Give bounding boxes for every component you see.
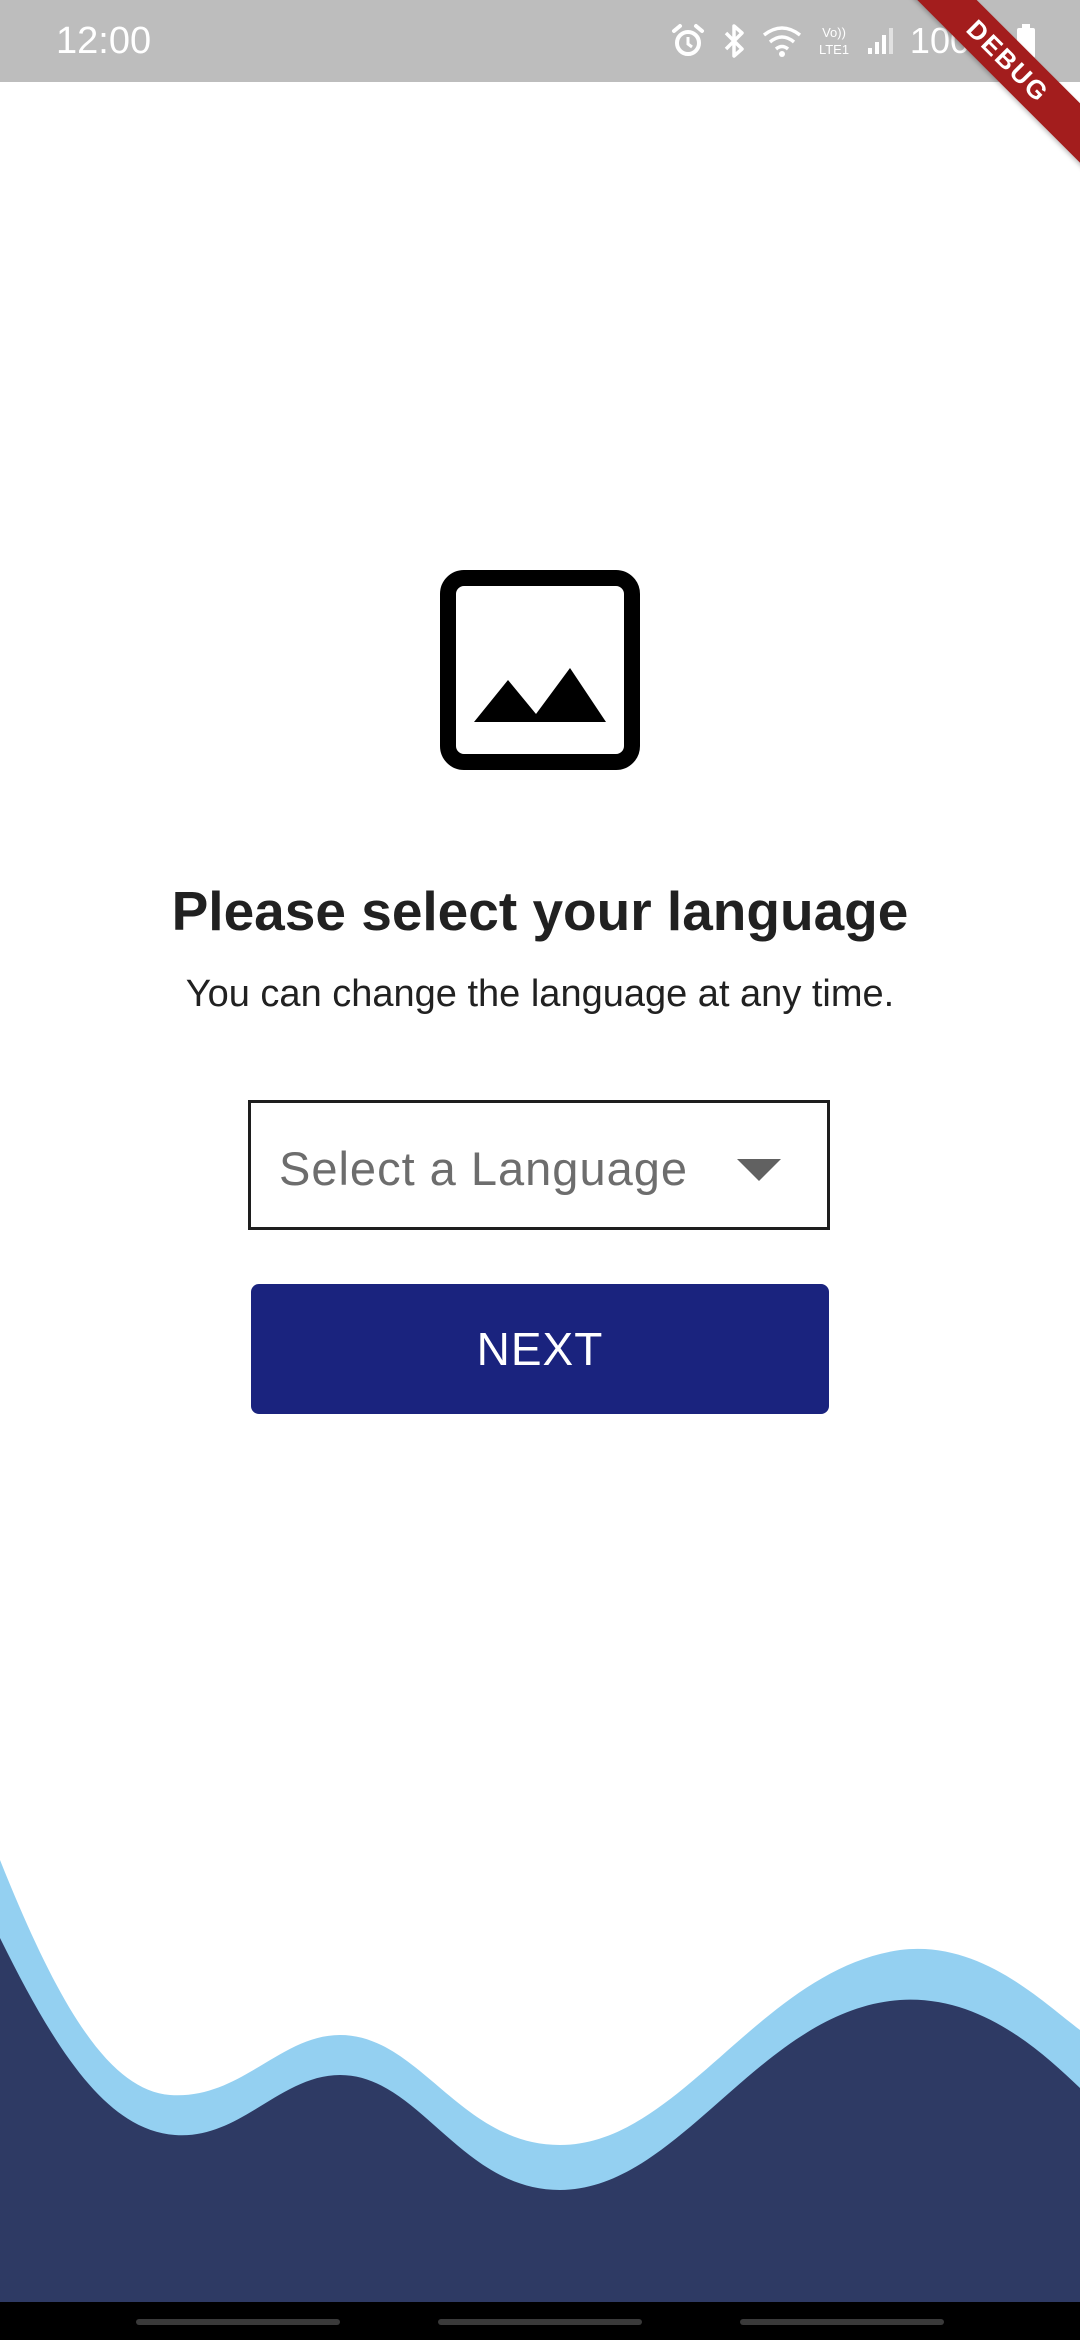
nav-indicator	[740, 2319, 944, 2325]
image-placeholder-icon	[440, 570, 640, 770]
alarm-icon	[670, 23, 706, 59]
svg-text:LTE1: LTE1	[819, 42, 849, 57]
page-subtitle: You can change the language at any time.	[185, 973, 895, 1015]
next-button[interactable]: NEXT	[251, 1284, 829, 1414]
navigation-bar	[0, 2302, 1080, 2340]
svg-text:Vo)): Vo))	[822, 25, 846, 40]
signal-icon	[866, 26, 896, 56]
wifi-icon	[762, 24, 802, 58]
status-bar: 12:00 Vo)) LTE1 100%	[0, 0, 1080, 82]
nav-indicator	[438, 2319, 642, 2325]
bluetooth-icon	[720, 23, 748, 59]
page-title: Please select your language	[171, 880, 909, 942]
language-select-placeholder: Select a Language	[279, 1142, 688, 1195]
status-time: 12:00	[56, 20, 152, 62]
volte-icon: Vo)) LTE1	[816, 23, 852, 59]
language-select[interactable]: Select a Language	[248, 1100, 830, 1230]
dropdown-caret-icon	[737, 1159, 781, 1181]
decorative-wave	[0, 1860, 1080, 2302]
nav-indicator	[136, 2319, 340, 2325]
